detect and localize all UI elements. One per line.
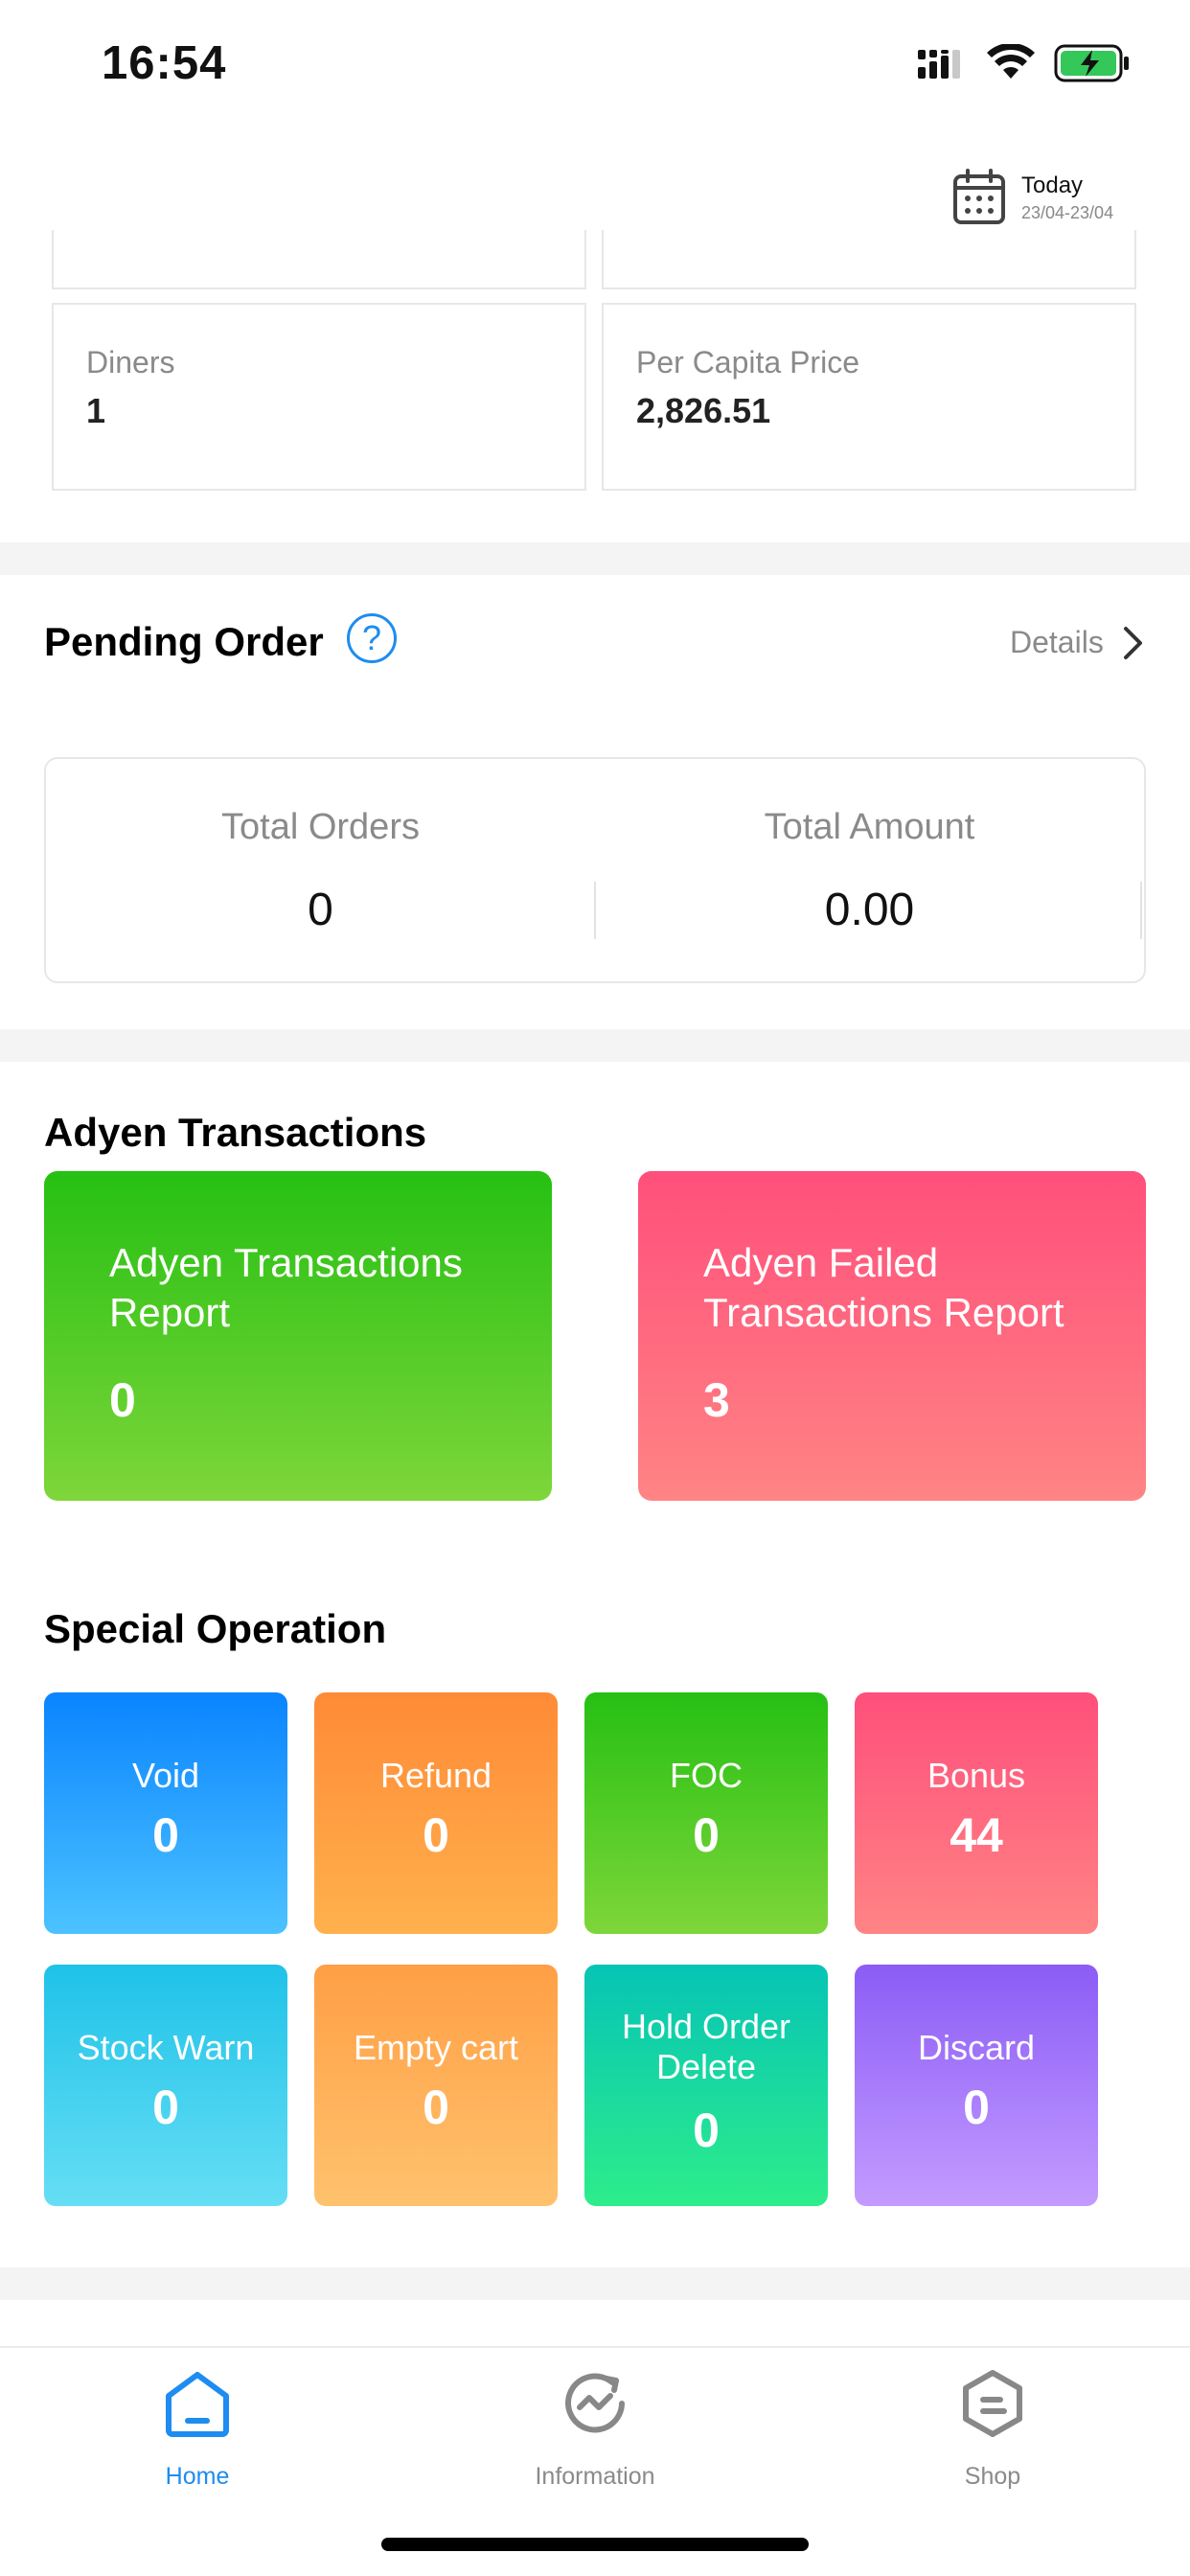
op-value: 0 (152, 1808, 179, 1862)
adyen-failed-label: Adyen Failed Transactions Report (703, 1240, 1064, 1335)
op-label: Refund (379, 1756, 492, 1795)
wifi-icon (987, 44, 1035, 79)
date-range[interactable]: 23/04-23/04 (1021, 203, 1113, 223)
total-amount-value: 0.00 (824, 885, 915, 935)
op-value: 0 (963, 2081, 990, 2134)
op-label: Empty cart (353, 2028, 519, 2067)
op-void-card[interactable]: Void 0 (44, 1692, 287, 1934)
details-link[interactable]: Details (1010, 625, 1104, 660)
special-operation-title: Special Operation (44, 1606, 387, 1651)
op-value: 0 (152, 2081, 179, 2134)
tab-home[interactable]: Home (82, 2367, 312, 2511)
op-value: 44 (950, 1808, 1003, 1862)
op-value: 0 (423, 1808, 449, 1862)
stat-card-partial-left (52, 230, 586, 289)
op-label: Stock Warn (77, 2028, 255, 2067)
adyen-failed-value: 3 (703, 1373, 730, 1427)
diners-value: 1 (86, 391, 106, 430)
op-label: Hold Order Delete (621, 2007, 791, 2086)
adyen-report-value: 0 (109, 1373, 136, 1427)
total-orders-label: Total Orders (221, 807, 420, 847)
op-label: Discard (917, 2028, 1036, 2067)
total-amount-label: Total Amount (764, 807, 975, 847)
help-icon[interactable]: ? (347, 613, 397, 663)
trend-chart-icon (565, 2373, 625, 2433)
tab-information[interactable]: Information (480, 2367, 710, 2511)
op-empty-cart-card[interactable]: Empty cart 0 (314, 1965, 558, 2206)
op-stock-warn-card[interactable]: Stock Warn 0 (44, 1965, 287, 2206)
adyen-failed-report-card[interactable]: Adyen Failed Transactions Report 3 (638, 1171, 1146, 1501)
battery-charging-icon (1054, 44, 1129, 82)
adyen-transactions-report-card[interactable]: Adyen Transactions Report 0 (44, 1171, 552, 1501)
op-value: 0 (693, 2104, 720, 2157)
section-divider (0, 542, 1190, 575)
date-filter-label[interactable]: Today (1021, 172, 1083, 199)
status-time: 16:54 (102, 37, 227, 89)
calendar-icon[interactable] (952, 169, 1006, 226)
op-refund-card[interactable]: Refund 0 (314, 1692, 558, 1934)
pending-order-summary[interactable]: Total Orders 0 Total Amount 0.00 (44, 757, 1146, 983)
tab-shop-label: Shop (964, 2463, 1021, 2490)
total-orders-value: 0 (308, 885, 333, 935)
op-label: FOC (670, 1756, 743, 1795)
op-discard-card[interactable]: Discard 0 (855, 1965, 1098, 2206)
section-divider (0, 1029, 1190, 1062)
op-bonus-card[interactable]: Bonus 44 (855, 1692, 1098, 1934)
pending-order-title: Pending Order (44, 619, 324, 664)
chevron-right-icon[interactable] (1121, 625, 1146, 661)
op-label: Bonus (927, 1756, 1026, 1795)
stat-card-per-capita: Per Capita Price 2,826.51 (602, 303, 1136, 491)
stat-card-partial-right (602, 230, 1136, 289)
op-label: Void (131, 1756, 200, 1795)
tab-shop[interactable]: Shop (878, 2367, 1108, 2511)
tab-home-label: Home (165, 2463, 230, 2490)
op-value: 0 (693, 1808, 720, 1862)
adyen-title: Adyen Transactions (44, 1110, 427, 1155)
summary-divider-right (1140, 882, 1142, 939)
op-foc-card[interactable]: FOC 0 (584, 1692, 828, 1934)
op-value: 0 (423, 2081, 449, 2134)
per-capita-value: 2,826.51 (636, 391, 771, 430)
home-indicator[interactable] (381, 2538, 809, 2551)
shop-hexagon-icon (963, 2370, 1022, 2437)
tab-information-label: Information (535, 2463, 655, 2490)
diners-label: Diners (86, 345, 175, 380)
op-hold-order-delete-card[interactable]: Hold Order Delete 0 (584, 1965, 828, 2206)
stat-card-diners: Diners 1 (52, 303, 586, 491)
per-capita-label: Per Capita Price (636, 345, 859, 380)
section-divider (0, 2267, 1190, 2300)
home-icon (166, 2372, 229, 2437)
adyen-report-label: Adyen Transactions Report (109, 1240, 463, 1335)
cellular-signal-icon (918, 50, 960, 79)
